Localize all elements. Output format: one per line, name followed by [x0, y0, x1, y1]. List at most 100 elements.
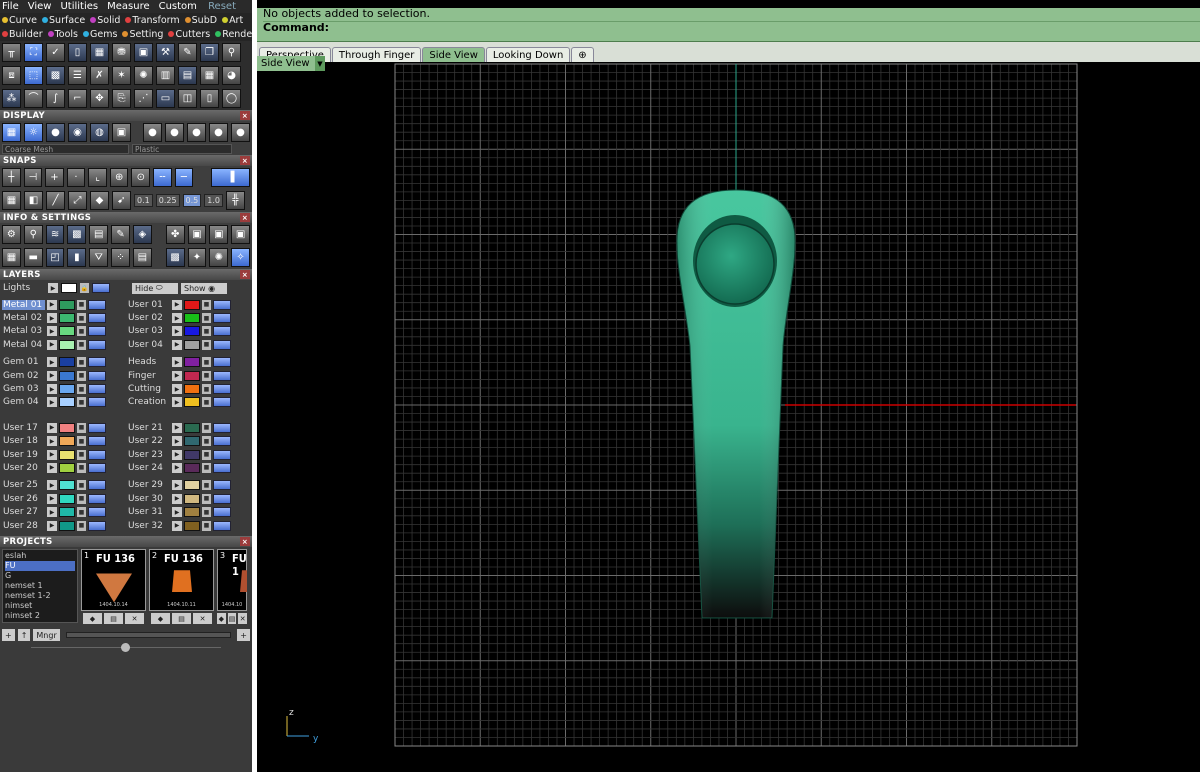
thumbnail-image[interactable]: 2 FU 136 1404.10.11 — [149, 549, 214, 612]
layer-visibility[interactable] — [213, 507, 231, 518]
layer-arrow-icon[interactable]: ▶ — [47, 462, 57, 473]
layer-arrow-icon[interactable]: ▶ — [47, 422, 57, 433]
lock-icon[interactable]: ■ — [202, 520, 211, 531]
column-icon[interactable]: ▮ — [67, 248, 87, 267]
lock-icon[interactable]: ■ — [202, 299, 211, 310]
lock-icon[interactable]: ■ — [202, 313, 211, 324]
layers-stack-icon[interactable]: ≋ — [45, 225, 65, 244]
layer-arrow-icon[interactable]: ▶ — [172, 370, 182, 381]
snap-toggle-icon[interactable]: ▐ — [210, 168, 250, 187]
layer-name[interactable]: User 18 — [2, 436, 45, 446]
close-icon[interactable]: × — [240, 111, 250, 120]
frame-icon[interactable]: ⧈ — [2, 66, 21, 85]
layer-row[interactable]: Metal 04 ▶ ■ — [2, 338, 123, 351]
burst-icon[interactable]: ✺ — [134, 66, 153, 85]
layer-arrow-icon[interactable]: ▶ — [172, 493, 182, 504]
layer-name[interactable]: Finger — [127, 371, 170, 381]
layer-visibility[interactable] — [213, 313, 231, 324]
lock-icon[interactable]: ■ — [202, 480, 211, 491]
up-project-icon[interactable]: ↑ — [17, 629, 31, 642]
tool-icon[interactable]: ⚒ — [156, 43, 175, 62]
layer-row[interactable]: User 18 ▶ ■ — [2, 435, 123, 448]
layer-name[interactable]: User 27 — [2, 507, 45, 517]
layer-name[interactable]: User 01 — [127, 300, 170, 310]
layer-color-swatch[interactable] — [184, 462, 200, 473]
layer-name[interactable]: User 02 — [127, 313, 170, 323]
reset-button[interactable]: Reset — [208, 1, 236, 12]
lock-icon[interactable]: ■ — [77, 449, 86, 460]
plugin-tab-builder[interactable]: Builder — [2, 29, 43, 40]
project-list-item[interactable]: FU — [5, 561, 75, 572]
snap-near-icon[interactable]: ⊣ — [23, 168, 43, 187]
plugin-tab-gems[interactable]: Gems — [83, 29, 117, 40]
box3d-icon[interactable]: ◰ — [45, 248, 65, 267]
layer-row[interactable]: User 32 ▶ ■ — [127, 519, 248, 532]
layer-row[interactable]: User 28 ▶ ■ — [2, 519, 123, 532]
thumbnail-delete-icon[interactable]: ✕ — [238, 613, 247, 625]
layer-color-swatch[interactable] — [184, 480, 200, 491]
frame-view-icon[interactable]: ▣ — [112, 123, 131, 142]
layer-name[interactable]: Gem 01 — [2, 357, 45, 367]
project-thumbnail[interactable]: 2 FU 136 1404.10.11 ◆ ▤ ✕ — [149, 549, 214, 625]
layer-visibility[interactable] — [213, 422, 231, 433]
snap-grid-icon[interactable]: ▦ — [2, 191, 21, 210]
layer-row[interactable]: User 20 ▶ ■ — [2, 461, 123, 474]
layer-name[interactable]: User 22 — [127, 436, 170, 446]
pencil-icon[interactable]: ✎ — [178, 43, 197, 62]
layer-name[interactable]: User 30 — [127, 494, 170, 504]
lights-arrow-icon[interactable]: ▶ — [48, 283, 58, 293]
burst2-icon[interactable]: ✺ — [209, 248, 229, 267]
layer-arrow-icon[interactable]: ▶ — [47, 449, 57, 460]
list-icon[interactable]: ▤ — [132, 248, 152, 267]
stack-icon[interactable]: ☰ — [68, 66, 87, 85]
layer-name[interactable]: User 03 — [127, 326, 170, 336]
layer-color-swatch[interactable] — [59, 507, 75, 518]
layer-name[interactable]: User 04 — [127, 340, 170, 350]
cylinder-icon[interactable]: ▯ — [68, 43, 87, 62]
layer-name[interactable]: Metal 03 — [2, 326, 45, 336]
material-sphere-2-icon[interactable]: ● — [165, 123, 184, 142]
layer-color-swatch[interactable] — [59, 480, 75, 491]
network-icon[interactable]: ⁂ — [2, 89, 21, 108]
snap-diag-icon[interactable]: ⤢ — [68, 191, 87, 210]
snap-cen-icon[interactable]: ⌞ — [88, 168, 107, 187]
layer-visibility[interactable] — [88, 326, 106, 337]
lock-icon[interactable]: ■ — [202, 370, 211, 381]
show-button[interactable]: Show ◉ — [181, 282, 227, 294]
layer-color-swatch[interactable] — [59, 313, 75, 324]
snap-plane-icon[interactable]: ◧ — [24, 191, 43, 210]
layer-row[interactable]: User 31 ▶ ■ — [127, 505, 248, 518]
layer-arrow-icon[interactable]: ▶ — [172, 339, 182, 350]
lock-icon[interactable]: ■ — [77, 299, 86, 310]
layer-row[interactable]: Heads ▶ ■ — [127, 356, 248, 369]
layer-visibility[interactable] — [88, 370, 106, 381]
layer-visibility[interactable] — [213, 493, 231, 504]
shaded-sphere-icon[interactable]: ● — [46, 123, 65, 142]
texture-icon[interactable]: ▩ — [165, 248, 185, 267]
layer-name[interactable]: Gem 04 — [2, 397, 45, 407]
chevron-down-icon[interactable]: ▼ — [315, 56, 325, 71]
layer-visibility[interactable] — [213, 299, 231, 310]
layer-visibility[interactable] — [213, 480, 231, 491]
check-icon[interactable]: ✓ — [46, 43, 65, 62]
layer-row[interactable]: User 24 ▶ ■ — [127, 461, 248, 474]
layer-row[interactable]: User 27 ▶ ■ — [2, 505, 123, 518]
lock-icon[interactable]: ■ — [202, 449, 211, 460]
layer-row[interactable]: User 21 ▶ ■ — [127, 421, 248, 434]
layer-row[interactable]: User 30 ▶ ■ — [127, 492, 248, 505]
layer-name[interactable]: User 20 — [2, 463, 45, 473]
snap-line-icon[interactable]: ╱ — [46, 191, 65, 210]
layer-visibility[interactable] — [88, 422, 106, 433]
layer-arrow-icon[interactable]: ▶ — [172, 357, 182, 368]
project-list-item[interactable]: nimset 2 — [5, 611, 75, 621]
snap-value-0-1[interactable]: 0.1 — [134, 194, 153, 207]
curve-icon[interactable]: ∫ — [46, 89, 65, 108]
layer-color-swatch[interactable] — [184, 449, 200, 460]
lock-icon[interactable]: ■ — [77, 480, 86, 491]
lock-icon[interactable]: ■ — [77, 370, 86, 381]
project-list-item[interactable]: nemset 1-2 — [5, 591, 75, 601]
hide-button[interactable]: Hide ⬭ — [132, 282, 178, 294]
bucket-icon[interactable]: ⛃ — [112, 43, 131, 62]
scatter-icon[interactable]: ⁘ — [111, 248, 130, 267]
layer-color-swatch[interactable] — [184, 436, 200, 447]
